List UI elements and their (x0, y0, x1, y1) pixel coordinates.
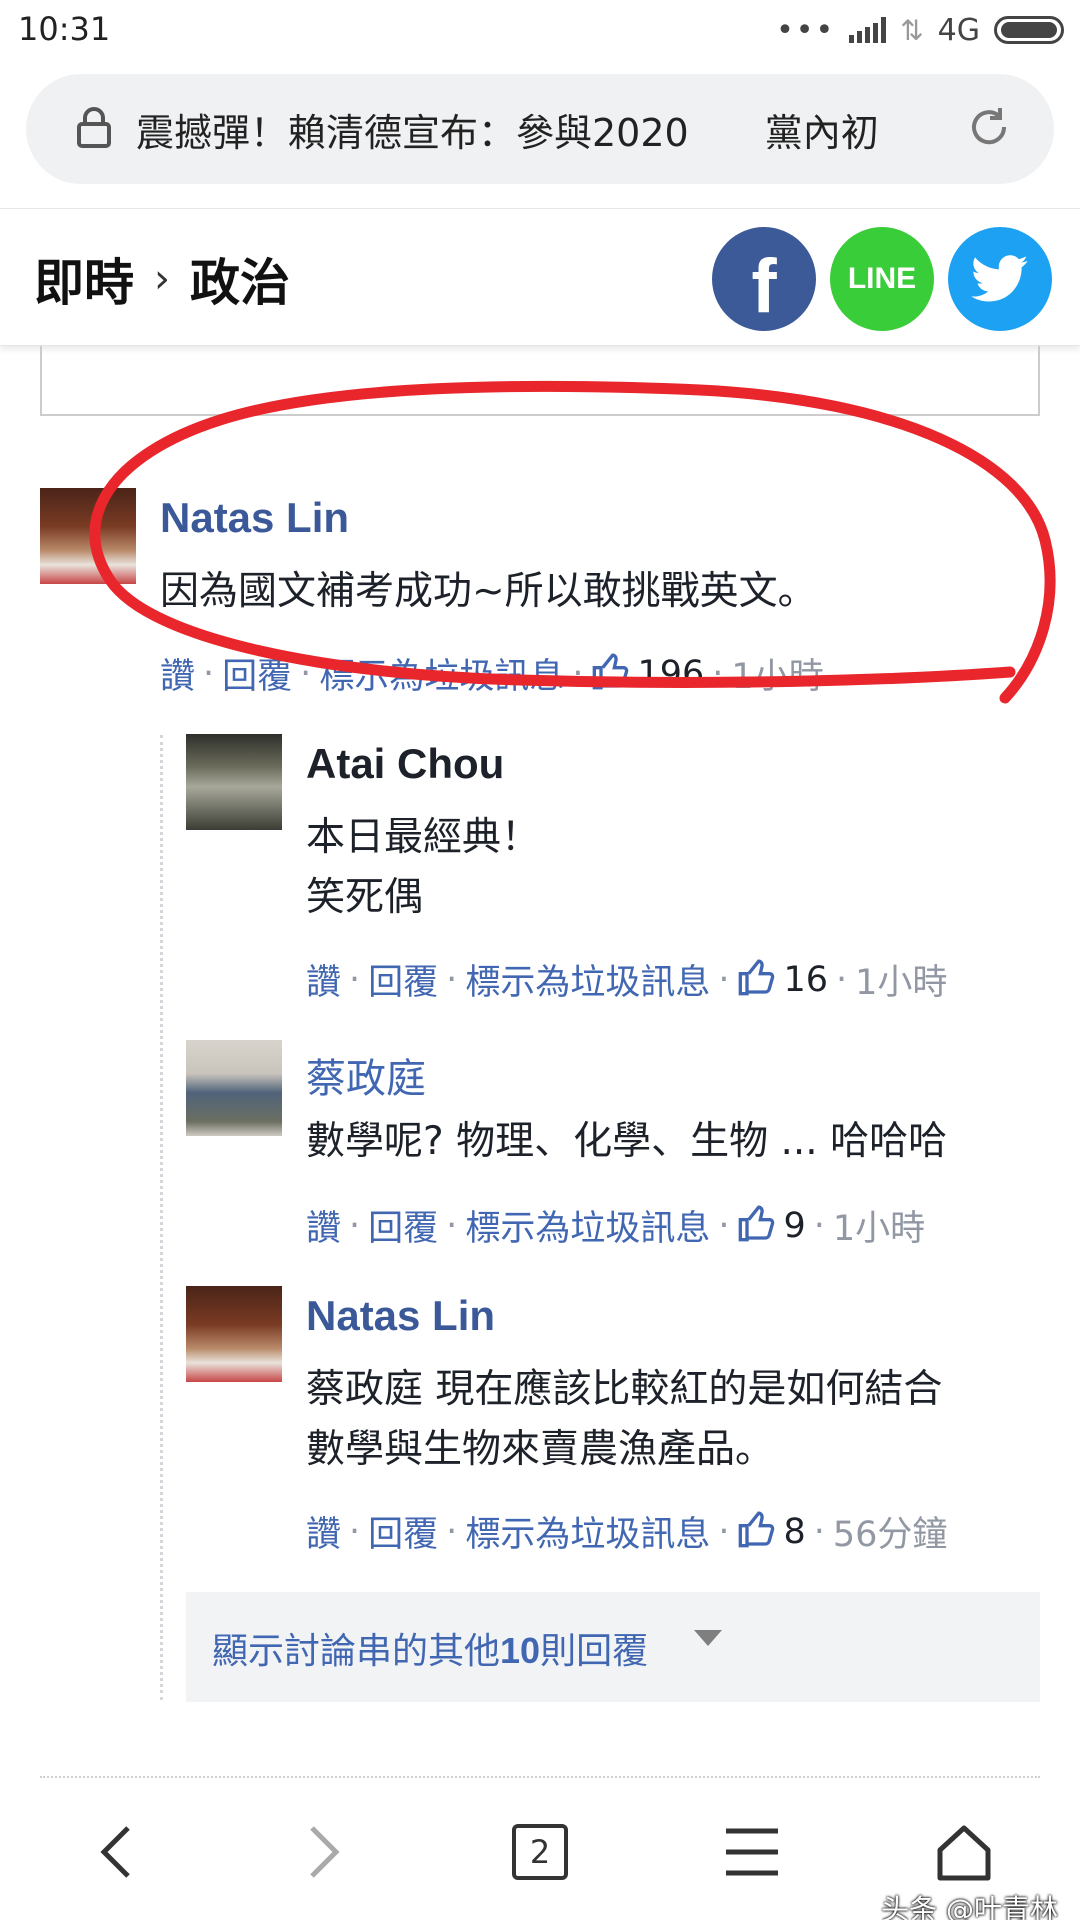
back-button[interactable] (76, 1812, 156, 1892)
comment-actions: 讚 · 回覆 · 標示為垃圾訊息 · 16 · 1小時 (306, 954, 947, 1005)
back-icon (100, 1826, 130, 1878)
address-bar[interactable]: 震撼彈！賴清德宣布：參與2020 黨內初 (26, 74, 1054, 184)
menu-icon (726, 1828, 778, 1876)
comment-text: 數學呢? 物理、化學、生物 ... 哈哈哈 (306, 1119, 948, 1164)
report-spam-link[interactable]: 標示為垃圾訊息 (465, 1506, 710, 1557)
forward-button[interactable] (284, 1812, 364, 1892)
breadcrumb: 即時 › 政治 (34, 243, 290, 315)
comment-text-line: 本日最經典！ (306, 815, 541, 860)
comment-actions: 讚 · 回覆 · 標示為垃圾訊息 · 8 · 56分鐘 (306, 1506, 947, 1557)
twitter-share-button[interactable] (948, 227, 1052, 331)
reply-link[interactable]: 回覆 (368, 1200, 438, 1251)
battery-icon (994, 16, 1064, 44)
comment-text-line: 蔡政庭 現在應該比較紅的是如何結合 (306, 1367, 943, 1412)
page-title-url[interactable]: 震撼彈！賴清德宣布：參與2020 黨內初 (136, 102, 926, 157)
comment-author[interactable]: Natas Lin (160, 494, 349, 542)
like-link[interactable]: 讚 (306, 1200, 341, 1251)
comment-timestamp[interactable]: 56分鐘 (833, 1506, 948, 1557)
reload-icon[interactable] (966, 104, 1012, 150)
report-spam-link[interactable]: 標示為垃圾訊息 (465, 1200, 710, 1251)
avatar[interactable] (186, 1286, 282, 1382)
comment-actions: 讚 · 回覆 · 標示為垃圾訊息 · 9 · 1小時 (306, 1200, 925, 1251)
more-replies-count: 10 (500, 1630, 541, 1671)
line-share-button[interactable]: LINE (830, 227, 934, 331)
forward-icon (310, 1826, 340, 1878)
browser-bottom-nav: 2 头条 @叶青林 (0, 1782, 1080, 1920)
status-time: 10:31 (18, 10, 111, 48)
twitter-icon (971, 255, 1028, 302)
like-count: 8 (783, 1511, 806, 1552)
more-replies-suffix: 則回覆 (540, 1631, 649, 1672)
tabs-button[interactable]: 2 (500, 1812, 580, 1892)
comment-author[interactable]: Natas Lin (306, 1292, 495, 1340)
like-icon (739, 1204, 775, 1241)
like-count: 196 (637, 653, 705, 694)
home-button[interactable] (924, 1812, 1004, 1892)
watermark: 头条 @叶青林 (881, 1893, 1058, 1920)
avatar[interactable] (186, 1040, 282, 1136)
home-icon (937, 1825, 991, 1881)
breadcrumb-item-realtime[interactable]: 即時 (34, 243, 134, 315)
comment-text: 蔡政庭 現在應該比較紅的是如何結合 數學與生物來賣農漁產品。 (306, 1360, 942, 1480)
caret-down-icon (694, 1630, 722, 1646)
like-link[interactable]: 讚 (306, 1506, 341, 1557)
comment-text-line: 笑死偶 (306, 875, 424, 920)
comment-author[interactable]: 蔡政庭 (306, 1046, 426, 1104)
report-spam-link[interactable]: 標示為垃圾訊息 (465, 954, 710, 1005)
comment-input-box[interactable] (40, 346, 1040, 416)
site-header: 即時 › 政治 f LINE (0, 208, 1080, 346)
reply-link[interactable]: 回覆 (368, 1506, 438, 1557)
data-transfer-icon: ⇅ (900, 13, 924, 47)
notification-dots-icon: ••• (776, 12, 836, 48)
comment-text: 因為國文補考成功~所以敢挑戰英文。 (160, 569, 817, 614)
like-link[interactable]: 讚 (160, 648, 195, 699)
divider (40, 1776, 1040, 1778)
facebook-share-button[interactable]: f (712, 227, 816, 331)
network-type: 4G (937, 12, 980, 48)
like-count: 16 (783, 959, 829, 1000)
menu-button[interactable] (712, 1812, 792, 1892)
comment-author[interactable]: Atai Chou (306, 740, 504, 788)
status-indicators: ••• ⇅ 4G (776, 10, 1064, 50)
show-more-replies-button[interactable]: 顯示討論串的其他10則回覆 (186, 1592, 1040, 1702)
comment-timestamp[interactable]: 1小時 (731, 648, 823, 699)
comment-timestamp[interactable]: 1小時 (855, 954, 947, 1005)
breadcrumb-item-politics[interactable]: 政治 (190, 243, 290, 315)
like-link[interactable]: 讚 (306, 954, 341, 1005)
like-icon (739, 958, 775, 995)
line-icon: LINE (847, 262, 917, 295)
facebook-icon: f (751, 243, 777, 329)
report-spam-link[interactable]: 標示為垃圾訊息 (319, 648, 564, 699)
tab-count: 2 (512, 1824, 568, 1880)
like-count: 9 (783, 1205, 806, 1246)
show-more-replies-label: 顯示討論串的其他10則回覆 (212, 1622, 648, 1674)
chevron-right-icon: › (154, 256, 170, 302)
comment-timestamp[interactable]: 1小時 (833, 1200, 925, 1251)
like-icon (739, 1510, 775, 1547)
avatar[interactable] (40, 488, 136, 584)
comment-text-line: 數學與生物來賣農漁產品。 (306, 1427, 775, 1472)
like-icon (593, 652, 629, 689)
reply-thread-line (160, 735, 163, 1700)
more-replies-prefix: 顯示討論串的其他 (212, 1631, 501, 1672)
signal-icon (849, 17, 887, 43)
comment-text: 本日最經典！ 笑死偶 (306, 808, 540, 928)
status-bar: 10:31 ••• ⇅ 4G (0, 0, 1080, 62)
lock-icon (77, 107, 111, 148)
comment-actions: 讚 · 回覆 · 標示為垃圾訊息 · 196 · 1小時 (160, 648, 824, 699)
reply-link[interactable]: 回覆 (368, 954, 438, 1005)
reply-link[interactable]: 回覆 (222, 648, 292, 699)
avatar[interactable] (186, 734, 282, 830)
